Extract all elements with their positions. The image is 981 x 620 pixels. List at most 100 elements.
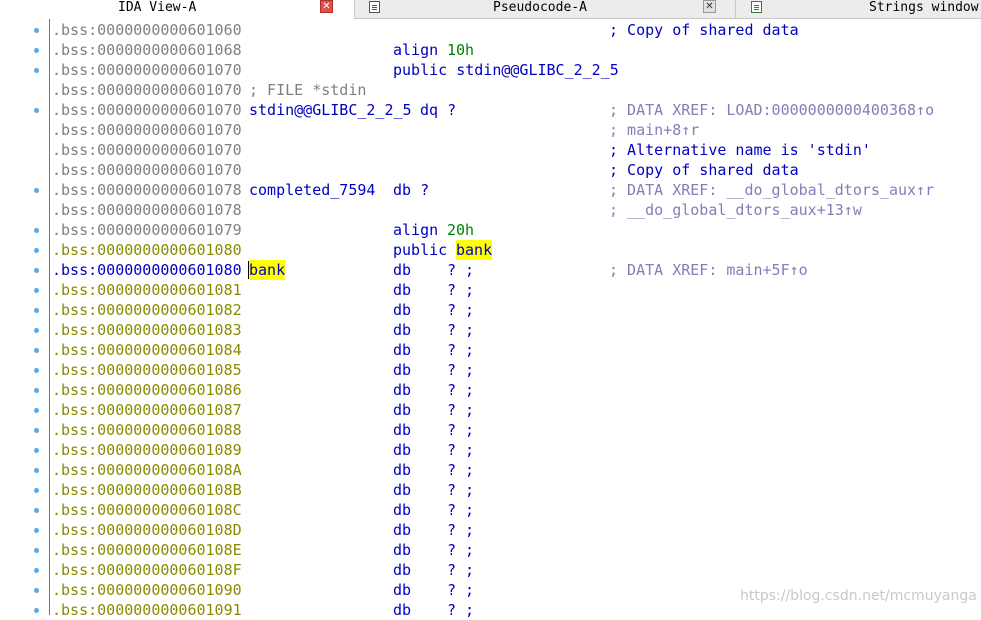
line-comment: ; Alternative name is 'stdin' <box>609 141 871 159</box>
breakpoint-marker-icon[interactable] <box>34 248 39 253</box>
tab-strings-window[interactable]: Strings window <box>736 0 981 18</box>
line-address: .bss:0000000000601080 <box>52 241 242 259</box>
line-address: .bss:0000000000601084 <box>52 341 242 359</box>
highlighted-symbol[interactable]: bank <box>456 240 493 260</box>
symbol-label[interactable]: completed_7594 <box>249 180 375 200</box>
line-address: .bss:0000000000601089 <box>52 441 242 459</box>
line-instruction: db <box>393 261 412 279</box>
symbol-label[interactable]: stdin@@GLIBC_2_2_5 <box>249 100 412 120</box>
breakpoint-marker-icon[interactable] <box>34 448 39 453</box>
line-address: .bss:0000000000601082 <box>52 301 242 319</box>
line-address: .bss:0000000000601083 <box>52 321 242 339</box>
line-instruction: db <box>393 521 412 539</box>
breakpoint-marker-icon[interactable] <box>34 48 39 53</box>
line-operand: ? ; <box>447 361 475 379</box>
breakpoint-marker-icon[interactable] <box>34 388 39 393</box>
line-address: .bss:0000000000601090 <box>52 581 242 599</box>
line-operand: ? ; <box>447 321 475 339</box>
line-operand: ? ; <box>447 441 475 459</box>
strings-icon <box>751 1 762 13</box>
document-icon <box>369 1 380 13</box>
breakpoint-marker-icon[interactable] <box>34 548 39 553</box>
line-instruction: db <box>393 421 412 439</box>
line-address: .bss:0000000000601087 <box>52 401 242 419</box>
line-operand: ? ; <box>447 381 475 399</box>
breakpoint-marker-icon[interactable] <box>34 28 39 33</box>
line-address: .bss:000000000060108C <box>52 501 242 519</box>
line-address: .bss:0000000000601070 <box>52 161 242 179</box>
breakpoint-marker-icon[interactable] <box>34 188 39 193</box>
tab-label: IDA View-A <box>118 0 197 15</box>
line-operand: ? ; <box>447 581 475 599</box>
line-instruction: db <box>393 461 412 479</box>
line-comment: ; Copy of shared data <box>609 161 799 179</box>
line-operand: ? ; <box>447 401 475 419</box>
line-operand: ? ; <box>447 261 475 279</box>
close-icon[interactable]: ✕ <box>320 0 333 13</box>
line-address: .bss:0000000000601081 <box>52 281 242 299</box>
line-operand: ? ; <box>447 281 475 299</box>
line-operand: ? ; <box>447 421 475 439</box>
line-address: .bss:0000000000601086 <box>52 381 242 399</box>
line-address: .bss:0000000000601070 <box>52 121 242 139</box>
line-address: .bss:0000000000601078 <box>52 201 242 219</box>
line-instruction: db <box>393 301 412 319</box>
breakpoint-marker-icon[interactable] <box>34 568 39 573</box>
xref-comment[interactable]: ; DATA XREF: __do_global_dtors_aux↑r <box>609 180 934 200</box>
breakpoint-marker-icon[interactable] <box>34 288 39 293</box>
line-comment: ; __do_global_dtors_aux+13↑w <box>609 201 862 219</box>
line-address: .bss:0000000000601070 <box>52 101 242 119</box>
line-instruction: db <box>393 601 412 619</box>
line-operand: ? ; <box>447 541 475 559</box>
line-address: .bss:0000000000601088 <box>52 421 242 439</box>
tab-bar: IDA View-A ✕ Pseudocode-A ✕ Strings wind… <box>0 0 981 19</box>
breakpoint-marker-icon[interactable] <box>34 368 39 373</box>
breakpoint-marker-icon[interactable] <box>34 408 39 413</box>
breakpoint-marker-icon[interactable] <box>34 268 39 273</box>
line-operand: ? ; <box>447 561 475 579</box>
line-instruction: db <box>393 481 412 499</box>
line-instruction: db <box>393 441 412 459</box>
line-instruction: db <box>393 381 412 399</box>
highlighted-symbol[interactable]: bank <box>249 260 286 280</box>
line-address: .bss:0000000000601091 <box>52 601 242 619</box>
breakpoint-marker-icon[interactable] <box>34 508 39 513</box>
line-instruction: db <box>393 321 412 339</box>
line-address: .bss:0000000000601070 <box>52 61 242 79</box>
line-address: .bss:0000000000601060 <box>52 21 242 39</box>
line-address: .bss:0000000000601078 <box>52 181 242 199</box>
breakpoint-marker-icon[interactable] <box>34 608 39 613</box>
breakpoint-marker-icon[interactable] <box>34 488 39 493</box>
breakpoint-marker-icon[interactable] <box>34 228 39 233</box>
line-address: .bss:0000000000601079 <box>52 221 242 239</box>
breakpoint-marker-icon[interactable] <box>34 468 39 473</box>
breakpoint-marker-icon[interactable] <box>34 328 39 333</box>
disassembly-listing[interactable]: .bss:0000000000601060 ; Copy of shared da… <box>52 20 981 619</box>
line-instruction: db <box>393 561 412 579</box>
line-instruction: db <box>393 401 412 419</box>
line-address: .bss:000000000060108F <box>52 561 242 579</box>
breakpoint-marker-icon[interactable] <box>34 348 39 353</box>
line-instruction: dq ? <box>420 101 457 119</box>
tab-pseudocode-a[interactable]: Pseudocode-A ✕ <box>355 0 736 18</box>
tab-ida-view-a[interactable]: IDA View-A ✕ <box>0 0 355 19</box>
line-instruction: db <box>393 501 412 519</box>
line-comment: ; main+8↑r <box>609 121 700 139</box>
breakpoint-marker-icon[interactable] <box>34 528 39 533</box>
breakpoint-marker-icon[interactable] <box>34 68 39 73</box>
line-operand: 10h <box>447 41 475 59</box>
line-address: .bss:0000000000601070 <box>52 141 242 159</box>
line-instruction: db <box>393 281 412 299</box>
tab-label: Strings window <box>869 0 979 15</box>
close-icon[interactable]: ✕ <box>703 0 716 13</box>
line-directive: public stdin@@GLIBC_2_2_5 <box>393 61 619 79</box>
breakpoint-gutter[interactable] <box>0 19 49 615</box>
breakpoint-marker-icon[interactable] <box>34 308 39 313</box>
breakpoint-marker-icon[interactable] <box>34 588 39 593</box>
line-address: .bss:0000000000601068 <box>52 41 242 59</box>
tab-label: Pseudocode-A <box>493 0 587 15</box>
xref-comment[interactable]: ; DATA XREF: LOAD:0000000000400368↑o <box>609 100 934 120</box>
breakpoint-marker-icon[interactable] <box>34 108 39 113</box>
xref-comment[interactable]: ; DATA XREF: main+5F↑o <box>609 260 808 280</box>
breakpoint-marker-icon[interactable] <box>34 428 39 433</box>
